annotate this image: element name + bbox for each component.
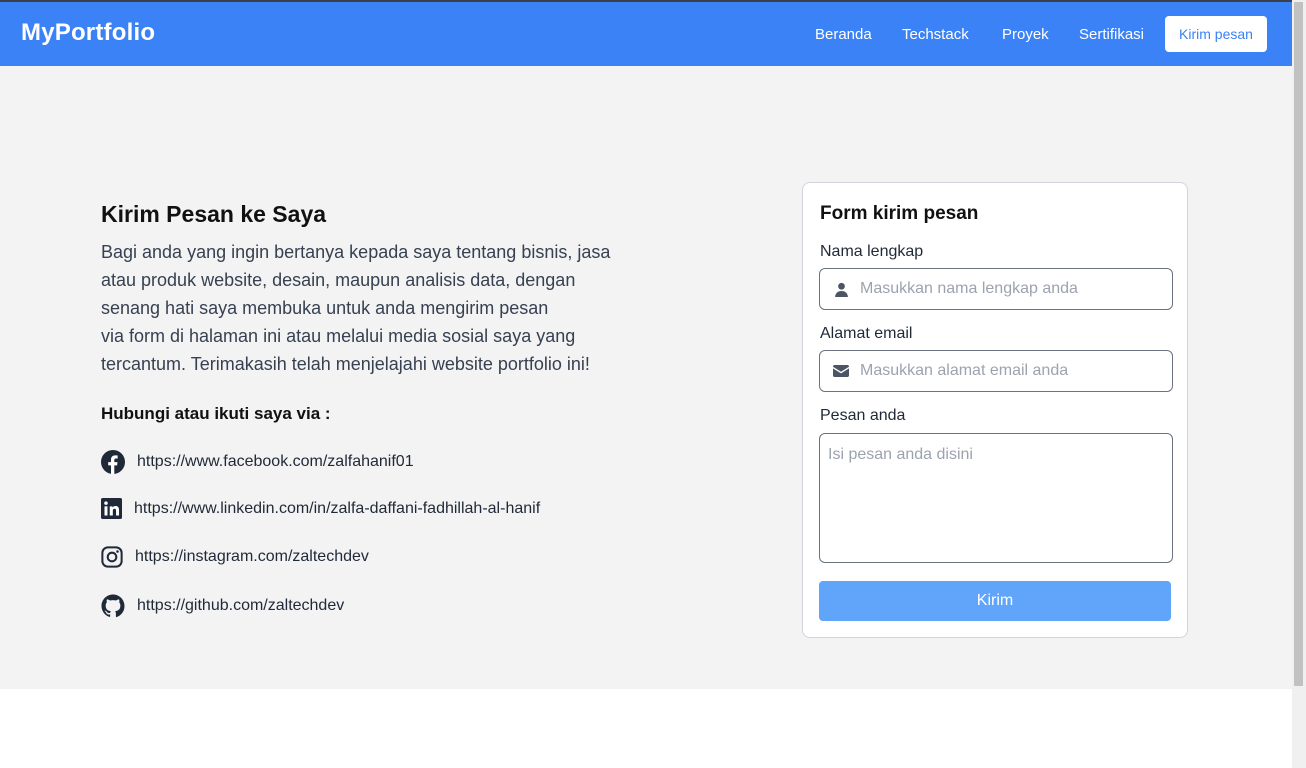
brand-logo[interactable]: MyPortfolio [21,19,155,47]
intro-line: senang hati saya membuka untuk anda meng… [101,298,549,318]
social-link-facebook[interactable]: https://www.facebook.com/zalfahanif01 [101,450,414,474]
contact-section: Kirim Pesan ke Saya Bagi anda yang ingin… [0,66,1292,689]
social-link-linkedin[interactable]: https://www.linkedin.com/in/zalfa-daffan… [101,498,540,519]
github-icon [101,594,125,618]
email-input-wrapper[interactable] [819,350,1173,392]
social-link-instagram[interactable]: https://instagram.com/zaltechdev [101,546,369,568]
social-link-text[interactable]: https://instagram.com/zaltechdev [135,548,369,566]
social-link-text[interactable]: https://www.linkedin.com/in/zalfa-daffan… [134,500,540,518]
intro-line: Bagi anda yang ingin bertanya kepada say… [101,242,611,262]
linkedin-icon [101,498,122,519]
social-link-text[interactable]: https://www.facebook.com/zalfahanif01 [137,453,414,471]
envelope-icon [832,362,850,380]
name-label: Nama lengkap [820,243,924,260]
message-textarea[interactable] [819,433,1173,563]
submit-button[interactable]: Kirim [819,581,1171,621]
intro-line: tercantum. Terimakasih telah menjelajahi… [101,354,590,374]
page: MyPortfolio Beranda Techstack Proyek Ser… [0,0,1292,768]
instagram-icon [101,546,123,568]
contact-form-card: Form kirim pesan Nama lengkap Alamat ema… [802,182,1188,638]
nav-item-beranda[interactable]: Beranda [815,26,872,43]
message-label: Pesan anda [820,407,906,424]
scrollbar-thumb[interactable] [1294,2,1303,686]
social-link-text[interactable]: https://github.com/zaltechdev [137,597,344,615]
intro-text: Bagi anda yang ingin bertanya kepada say… [101,238,641,378]
nav-item-techstack[interactable]: Techstack [902,26,969,43]
facebook-icon [101,450,125,474]
email-input[interactable] [860,362,1160,380]
intro-line: atau produk website, desain, maupun anal… [101,270,576,290]
email-label: Alamat email [820,325,913,342]
name-input-wrapper[interactable] [819,268,1173,310]
navbar: MyPortfolio Beranda Techstack Proyek Ser… [0,2,1292,66]
follow-title: Hubungi atau ikuti saya via : [101,404,331,423]
nav-item-sertifikasi[interactable]: Sertifikasi [1079,26,1144,43]
name-input[interactable] [860,280,1160,298]
form-title: Form kirim pesan [820,203,979,224]
social-link-github[interactable]: https://github.com/zaltechdev [101,594,344,618]
user-icon [832,280,850,298]
intro-line: via form di halaman ini atau melalui med… [101,326,576,346]
kirim-pesan-button[interactable]: Kirim pesan [1165,16,1267,52]
nav-item-proyek[interactable]: Proyek [1002,26,1049,43]
section-title: Kirim Pesan ke Saya [101,201,327,227]
